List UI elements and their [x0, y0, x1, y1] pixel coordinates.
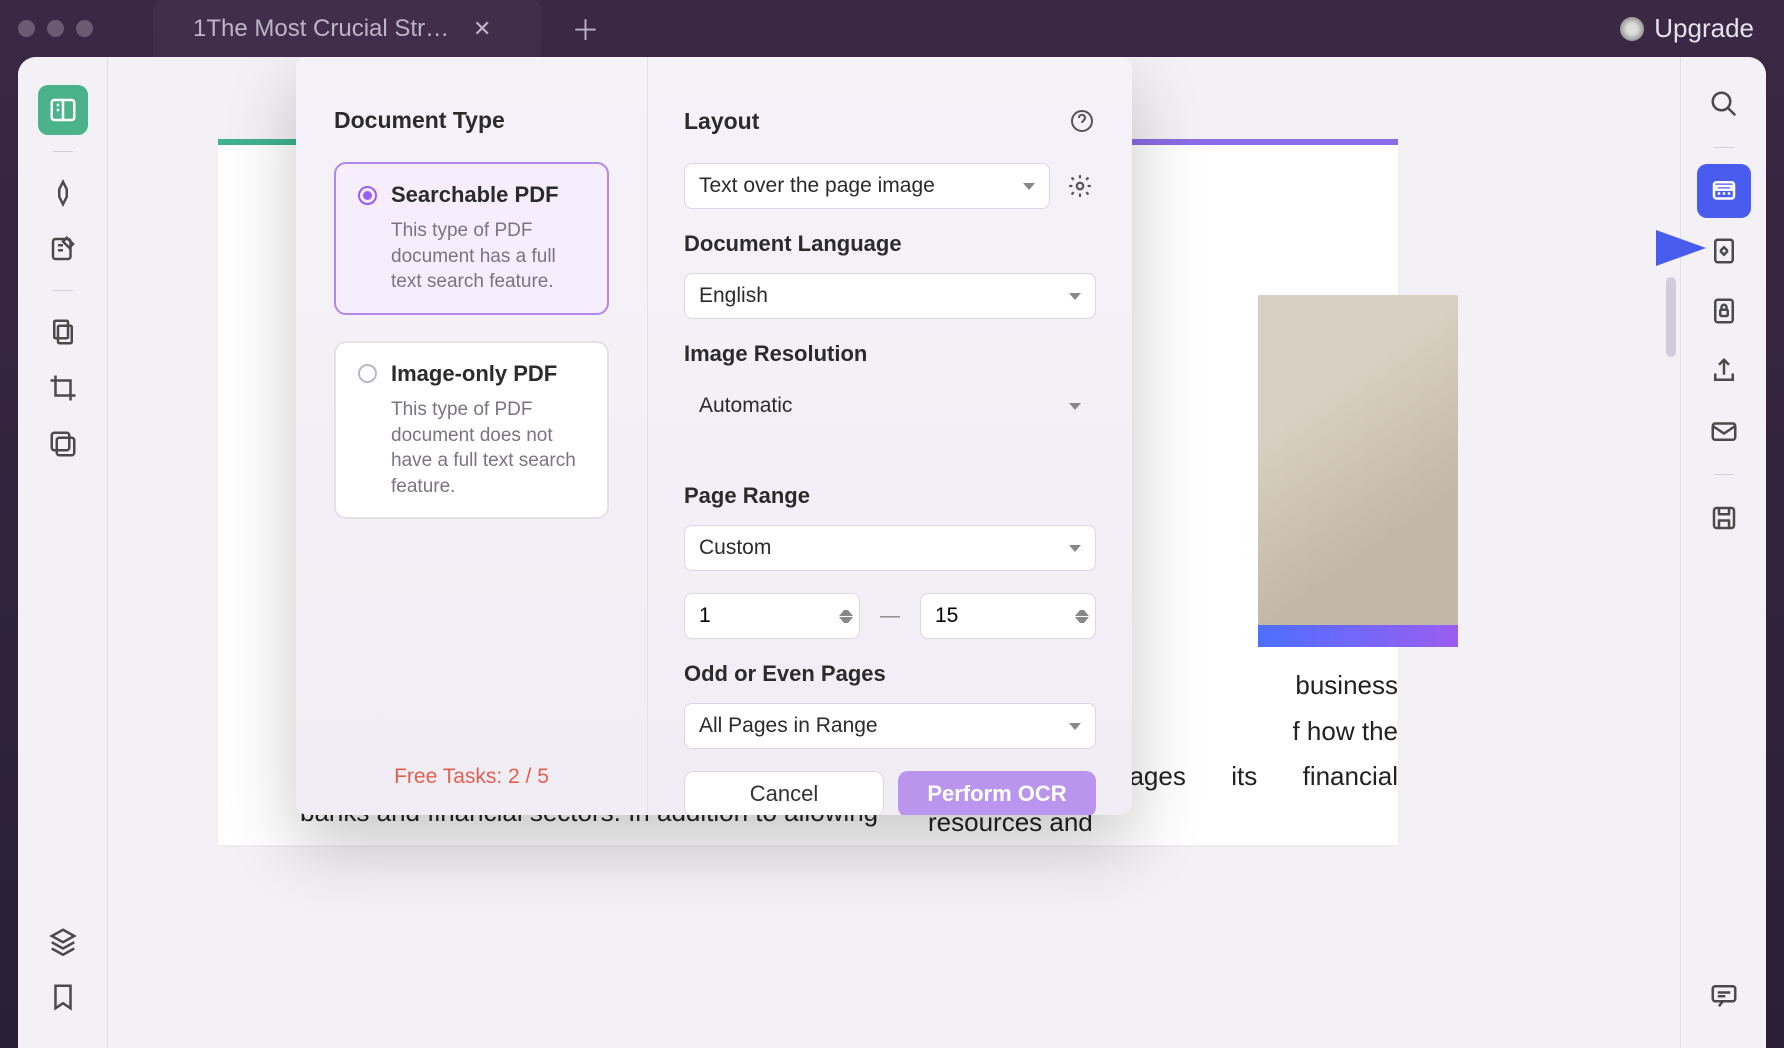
free-tasks-label: Free Tasks: 2 / 5 [334, 765, 609, 789]
option-description: This type of PDF document has a full tex… [391, 218, 585, 295]
language-value: English [699, 284, 768, 308]
traffic-lights [18, 20, 93, 37]
option-title: Image-only PDF [391, 361, 557, 387]
search-button[interactable] [1697, 77, 1751, 131]
pages-button[interactable] [38, 307, 88, 357]
page-range-heading: Page Range [684, 483, 1096, 509]
chevron-down-icon [1069, 293, 1081, 300]
comments-button[interactable] [1697, 968, 1751, 1022]
avatar-icon [1620, 17, 1644, 41]
photo-underline [1258, 625, 1458, 647]
odd-even-select[interactable]: All Pages in Range [684, 703, 1096, 749]
dialog-left-pane: Document Type Searchable PDF This type o… [296, 57, 648, 815]
save-button[interactable] [1697, 491, 1751, 545]
page-range-select[interactable]: Custom [684, 525, 1096, 571]
document-tab[interactable]: 1The Most Crucial Strategy ✕ [153, 0, 541, 57]
highlight-button[interactable] [38, 168, 88, 218]
option-title: Searchable PDF [391, 182, 559, 208]
stepper-up-icon[interactable] [1075, 606, 1089, 616]
app-window: O Intr The cont ment nec banks and finan… [18, 57, 1766, 1048]
page-range-value: Custom [699, 536, 771, 560]
layout-select[interactable]: Text over the page image [684, 163, 1050, 209]
option-searchable-pdf[interactable]: Searchable PDF This type of PDF document… [334, 162, 609, 315]
vertical-scrollbar[interactable] [1666, 277, 1676, 357]
new-tab-button[interactable]: ＋ [571, 9, 599, 49]
convert-button[interactable] [1697, 224, 1751, 278]
chevron-down-icon [1069, 403, 1081, 410]
option-description: This type of PDF document does not have … [391, 397, 585, 500]
close-window-dot[interactable] [18, 20, 35, 37]
upgrade-button[interactable]: Upgrade [1620, 13, 1754, 44]
layout-value: Text over the page image [699, 174, 935, 198]
help-icon[interactable] [1068, 107, 1096, 135]
language-heading: Document Language [684, 231, 1096, 257]
resolution-value: Automatic [699, 394, 792, 418]
ocr-button[interactable] [1697, 164, 1751, 218]
reader-mode-button[interactable] [38, 85, 88, 135]
range-from-stepper[interactable] [684, 593, 860, 639]
radio-icon [358, 364, 377, 383]
separator [53, 151, 73, 152]
separator [1714, 474, 1734, 475]
share-button[interactable] [1697, 344, 1751, 398]
chevron-down-icon [1069, 723, 1081, 730]
separator [53, 290, 73, 291]
resolution-heading: Image Resolution [684, 341, 1096, 367]
layers-button[interactable] [38, 916, 88, 966]
dialog-right-pane: Layout Text over the page image Document… [648, 57, 1132, 815]
bookmark-button[interactable] [38, 972, 88, 1022]
left-toolbar [18, 57, 108, 1048]
ocr-dialog: Document Type Searchable PDF This type o… [296, 57, 1132, 815]
right-toolbar [1680, 57, 1766, 1048]
annotate-button[interactable] [38, 224, 88, 274]
close-tab-icon[interactable]: ✕ [473, 16, 491, 42]
cancel-button[interactable]: Cancel [684, 771, 884, 815]
stepper-up-icon[interactable] [839, 606, 853, 616]
email-button[interactable] [1697, 404, 1751, 458]
radio-icon [358, 186, 377, 205]
chevron-down-icon [1023, 183, 1035, 190]
resolution-select[interactable]: Automatic [684, 383, 1096, 429]
titlebar: 1The Most Crucial Strategy ✕ ＋ Upgrade [0, 0, 1784, 57]
option-image-only-pdf[interactable]: Image-only PDF This type of PDF document… [334, 341, 609, 520]
chevron-down-icon [1069, 545, 1081, 552]
range-dash: — [874, 605, 906, 628]
stepper-down-icon[interactable] [839, 617, 853, 627]
perform-ocr-button[interactable]: Perform OCR [898, 771, 1096, 815]
tab-title: 1The Most Crucial Strategy [193, 15, 453, 43]
layout-settings-icon[interactable] [1064, 170, 1096, 202]
crop-button[interactable] [38, 363, 88, 413]
stepper-down-icon[interactable] [1075, 617, 1089, 627]
minimize-window-dot[interactable] [47, 20, 64, 37]
odd-even-heading: Odd or Even Pages [684, 661, 1096, 687]
layout-heading: Layout [684, 108, 759, 135]
protect-button[interactable] [1697, 284, 1751, 338]
odd-even-value: All Pages in Range [699, 714, 878, 738]
range-from-input[interactable] [699, 604, 839, 628]
range-to-stepper[interactable] [920, 593, 1096, 639]
page-photo [1258, 295, 1458, 635]
separator [1714, 147, 1734, 148]
range-to-input[interactable] [935, 604, 1075, 628]
language-select[interactable]: English [684, 273, 1096, 319]
document-type-heading: Document Type [334, 107, 609, 134]
maximize-window-dot[interactable] [76, 20, 93, 37]
upgrade-label: Upgrade [1654, 13, 1754, 44]
batch-button[interactable] [38, 419, 88, 469]
